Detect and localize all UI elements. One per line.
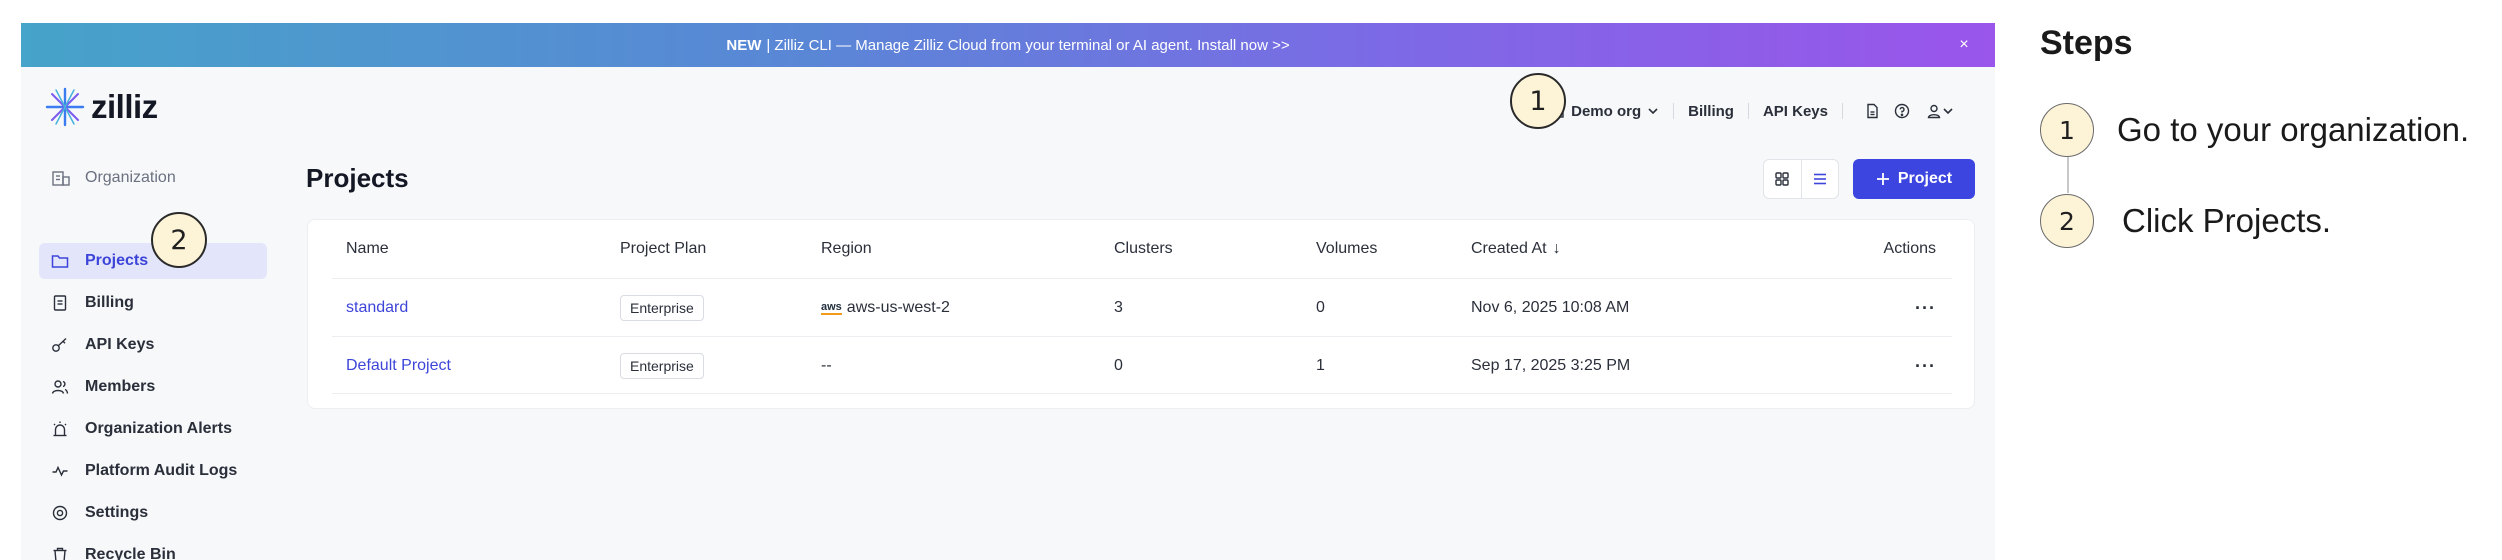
- app-screenshot: NEW | Zilliz CLI — Manage Zilliz Cloud f…: [21, 23, 1995, 560]
- new-project-label: Project: [1897, 170, 1953, 187]
- plan-badge: Enterprise: [620, 353, 704, 379]
- project-name-link[interactable]: standard: [346, 279, 408, 337]
- members-icon: [51, 380, 69, 394]
- sidebar-item-recycle-bin[interactable]: Recycle Bin: [39, 537, 267, 560]
- folder-icon: [51, 255, 69, 268]
- sidebar-item-members[interactable]: Members: [39, 369, 267, 405]
- sidebar-item-label: Billing: [85, 294, 134, 311]
- new-project-button[interactable]: Project: [1853, 159, 1975, 199]
- column-header-name: Name: [346, 240, 389, 257]
- sidebar-item-label: Organization Alerts: [85, 420, 232, 437]
- more-actions-icon[interactable]: ···: [1915, 337, 1936, 395]
- user-icon: [1927, 104, 1941, 119]
- callout-2: 2: [151, 212, 207, 268]
- grid-icon: [1775, 172, 1790, 186]
- view-toggle: [1763, 159, 1839, 199]
- divider: [1842, 103, 1843, 119]
- region-name: aws-us-west-2: [846, 299, 950, 316]
- chevron-down-icon: [1943, 108, 1953, 115]
- plan-badge: Enterprise: [620, 295, 704, 321]
- sidebar-item-platform-audit-logs[interactable]: Platform Audit Logs: [39, 453, 267, 489]
- sidebar-item-label: Platform Audit Logs: [85, 462, 238, 479]
- grid-view-button[interactable]: [1764, 160, 1801, 198]
- sidebar-section-label: Organization: [85, 169, 176, 186]
- user-menu[interactable]: [1923, 102, 1957, 120]
- column-header-actions: Actions: [1883, 240, 1936, 257]
- announcement-banner[interactable]: NEW | Zilliz CLI — Manage Zilliz Cloud f…: [21, 23, 1995, 67]
- more-actions-icon[interactable]: ···: [1915, 279, 1936, 337]
- document-icon[interactable]: [1863, 102, 1881, 120]
- top-right-nav: Demo org Billing API Keys: [1549, 67, 1963, 155]
- step-connector: [2067, 157, 2069, 193]
- column-header-created-at[interactable]: Created At ↓: [1471, 220, 1561, 278]
- sidebar-item-api-keys[interactable]: API Keys: [39, 327, 267, 363]
- aws-logo-icon: aws: [821, 300, 842, 315]
- created-at-cell: Sep 17, 2025 3:25 PM: [1471, 357, 1631, 374]
- divider: [1747, 103, 1749, 119]
- projects-table: Name Project Plan Region Clusters Volume…: [307, 219, 1975, 409]
- sidebar-section-organization: Organization: [51, 169, 176, 187]
- callout-1: 1: [1510, 73, 1566, 129]
- chevron-down-icon: [1648, 108, 1658, 115]
- created-at-cell: Nov 6, 2025 10:08 AM: [1471, 299, 1630, 316]
- volumes-cell: 1: [1316, 357, 1325, 374]
- building-icon: [52, 171, 70, 186]
- column-header-label: Created At: [1471, 240, 1547, 257]
- project-name-link[interactable]: Default Project: [346, 337, 451, 395]
- page-title: Projects: [306, 163, 409, 193]
- clusters-cell: 0: [1114, 357, 1123, 374]
- column-header-volumes: Volumes: [1316, 240, 1378, 257]
- step-text-2: Click Projects.: [2122, 202, 2332, 239]
- region-cell: aws aws-us-west-2: [821, 279, 950, 337]
- column-header-region: Region: [821, 240, 872, 257]
- billing-link[interactable]: Billing: [1688, 103, 1734, 120]
- sidebar-item-label: Projects: [85, 252, 149, 269]
- sidebar-item-billing[interactable]: Billing: [39, 285, 267, 321]
- brand-name: zilliz: [91, 88, 158, 125]
- banner-text[interactable]: | Zilliz CLI — Manage Zilliz Cloud from …: [766, 37, 1289, 54]
- step-number-1: 1: [2040, 103, 2094, 157]
- column-header-clusters: Clusters: [1114, 240, 1173, 257]
- key-icon: [52, 337, 67, 352]
- sidebar-item-organization-alerts[interactable]: Organization Alerts: [39, 411, 267, 447]
- sidebar-item-label: Settings: [85, 504, 149, 521]
- step-text-1: Go to your organization.: [2117, 111, 2470, 148]
- sort-desc-icon[interactable]: ↓: [1553, 240, 1561, 258]
- plan-cell: Enterprise: [620, 337, 704, 395]
- sidebar-item-settings[interactable]: Settings: [39, 495, 267, 531]
- column-header-plan: Project Plan: [620, 240, 707, 257]
- volumes-cell: 0: [1316, 299, 1325, 316]
- table-row: standard Enterprise aws aws-us-west-2 3 …: [332, 278, 1952, 336]
- close-icon[interactable]: ×: [1953, 34, 1975, 56]
- sidebar-item-label: Members: [85, 378, 156, 395]
- step-number-2: 2: [2040, 194, 2094, 248]
- region-cell: --: [821, 357, 832, 374]
- list-view-button[interactable]: [1800, 160, 1838, 198]
- clusters-cell: 3: [1114, 299, 1123, 316]
- zilliz-star-logo-icon: [45, 87, 85, 127]
- gear-icon: [52, 505, 68, 521]
- receipt-icon: [53, 295, 67, 311]
- plus-icon: [1876, 173, 1889, 185]
- pulse-icon: [52, 465, 68, 477]
- sidebar-item-label: Recycle Bin: [85, 546, 176, 560]
- help-icon[interactable]: [1893, 102, 1911, 120]
- steps-title: Steps: [2040, 24, 2133, 62]
- api-keys-link[interactable]: API Keys: [1763, 103, 1828, 120]
- trash-icon: [53, 547, 67, 560]
- top-bar: zilliz Demo org Billing API Keys: [21, 67, 1995, 155]
- plan-cell: Enterprise: [620, 279, 704, 337]
- sidebar-item-label: API Keys: [85, 336, 155, 353]
- list-icon: [1813, 173, 1826, 185]
- org-name: Demo org: [1571, 102, 1642, 120]
- banner-new-label: NEW: [726, 36, 762, 54]
- alarm-icon: [53, 421, 67, 437]
- sidebar: Organization Projects Billing API Keys M…: [21, 155, 291, 560]
- divider: [1673, 103, 1675, 119]
- brand-logo[interactable]: zilliz: [45, 87, 158, 127]
- table-row: Default Project Enterprise -- 0 1 Sep 17…: [332, 336, 1952, 394]
